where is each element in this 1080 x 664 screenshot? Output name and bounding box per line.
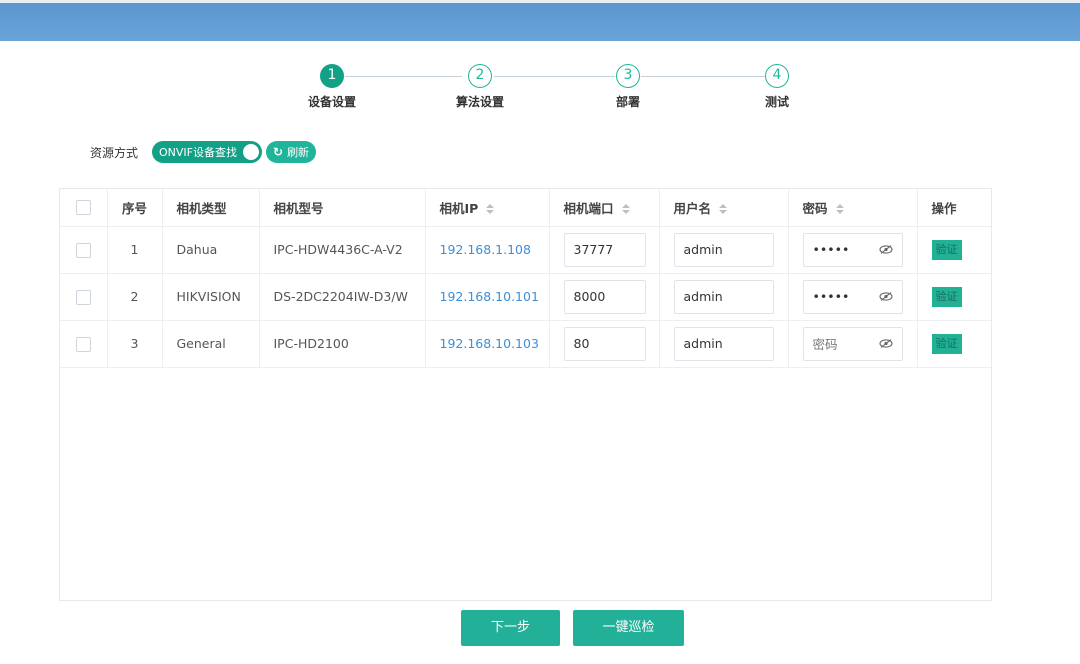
- username-input[interactable]: admin: [673, 326, 774, 361]
- sort-icon[interactable]: [486, 204, 495, 215]
- sort-icon[interactable]: [835, 204, 844, 215]
- row-camera-model: DS-2DC2204IW-D3/W: [259, 273, 426, 321]
- password-input[interactable]: •••••: [802, 279, 903, 314]
- step-1[interactable]: 1 设备设置: [282, 64, 382, 110]
- step-label: 设备设置: [307, 95, 356, 109]
- top-header-bar: [0, 0, 1080, 41]
- header-password[interactable]: 密码: [788, 189, 918, 227]
- password-value: •••••: [812, 242, 850, 257]
- header-camera-port-label: 相机端口: [563, 200, 614, 216]
- step-label: 部署: [615, 95, 640, 109]
- row-camera-ip[interactable]: 192.168.10.101: [425, 273, 550, 321]
- row-camera-ip[interactable]: 192.168.10.103: [425, 320, 550, 368]
- header-username[interactable]: 用户名: [659, 189, 789, 227]
- camera-table: 序号 相机类型 相机型号 相机IP 相机端口 用户名 密码 操作 1 Dahua…: [59, 188, 992, 601]
- select-all-checkbox[interactable]: [75, 200, 91, 216]
- step-number: 3: [616, 64, 640, 88]
- row-camera-type: General: [162, 320, 260, 368]
- header-password-label: 密码: [802, 200, 828, 216]
- row-index: 1: [107, 226, 163, 274]
- refresh-label: 刷新: [287, 146, 310, 159]
- eye-hidden-icon[interactable]: [878, 339, 893, 348]
- sort-icon[interactable]: [621, 204, 630, 215]
- step-label: 测试: [764, 95, 789, 109]
- username-input[interactable]: admin: [673, 232, 774, 267]
- one-click-patrol-button[interactable]: 一键巡检: [573, 610, 684, 646]
- eye-hidden-icon[interactable]: [878, 292, 893, 301]
- header-camera-ip-label: 相机IP: [439, 200, 479, 216]
- verify-button[interactable]: 验证: [931, 286, 962, 307]
- header-camera-model: 相机型号: [259, 189, 426, 227]
- table-row: 3 General IPC-HD2100 192.168.10.103 80 a…: [60, 320, 991, 368]
- eye-hidden-icon[interactable]: [878, 245, 893, 254]
- password-value: •••••: [812, 289, 850, 304]
- row-camera-model: IPC-HDW4436C-A-V2: [259, 226, 426, 274]
- onvif-toggle-label: ONVIF设备查找: [159, 146, 237, 159]
- header-camera-ip[interactable]: 相机IP: [425, 189, 550, 227]
- verify-button[interactable]: 验证: [931, 333, 962, 354]
- row-index: 3: [107, 320, 163, 368]
- row-camera-type: HIKVISION: [162, 273, 260, 321]
- row-camera-ip[interactable]: 192.168.1.108: [425, 226, 550, 274]
- header-camera-port[interactable]: 相机端口: [549, 189, 660, 227]
- table-row: 1 Dahua IPC-HDW4436C-A-V2 192.168.1.108 …: [60, 226, 991, 274]
- table-header-row: 序号 相机类型 相机型号 相机IP 相机端口 用户名 密码 操作: [60, 189, 991, 227]
- step-number: 2: [468, 64, 492, 88]
- username-input[interactable]: admin: [673, 279, 774, 314]
- header-camera-type: 相机类型: [162, 189, 260, 227]
- row-index: 2: [107, 273, 163, 321]
- toggle-knob: [243, 144, 259, 160]
- onvif-toggle[interactable]: ONVIF设备查找: [152, 141, 262, 163]
- password-placeholder: 密码: [812, 337, 838, 352]
- password-input[interactable]: 密码: [802, 326, 903, 361]
- row-camera-type: Dahua: [162, 226, 260, 274]
- step-2[interactable]: 2 算法设置: [430, 64, 530, 110]
- sort-icon[interactable]: [719, 204, 728, 215]
- header-index: 序号: [107, 189, 163, 227]
- port-input[interactable]: 8000: [563, 279, 646, 314]
- refresh-icon: ↻: [273, 145, 284, 159]
- table-row: 2 HIKVISION DS-2DC2204IW-D3/W 192.168.10…: [60, 273, 991, 321]
- step-3[interactable]: 3 部署: [578, 64, 678, 110]
- step-label: 算法设置: [455, 95, 504, 109]
- source-label: 资源方式: [90, 145, 139, 160]
- step-4[interactable]: 4 测试: [727, 64, 827, 110]
- header-action: 操作: [917, 189, 991, 227]
- step-number: 1: [320, 64, 344, 88]
- header-username-label: 用户名: [673, 200, 712, 216]
- row-checkbox[interactable]: [75, 289, 91, 305]
- step-progress: 1 设备设置 2 算法设置 3 部署 4 测试: [0, 64, 1080, 114]
- row-camera-model: IPC-HD2100: [259, 320, 426, 368]
- verify-button[interactable]: 验证: [931, 239, 962, 260]
- port-input[interactable]: 80: [563, 326, 646, 361]
- next-step-button[interactable]: 下一步: [461, 610, 560, 646]
- password-input[interactable]: •••••: [802, 232, 903, 267]
- step-number: 4: [765, 64, 789, 88]
- row-checkbox[interactable]: [75, 336, 91, 352]
- refresh-button[interactable]: ↻ 刷新: [266, 141, 317, 163]
- port-input[interactable]: 37777: [563, 232, 646, 267]
- row-checkbox[interactable]: [75, 242, 91, 258]
- source-row: 资源方式 ONVIF设备查找 ↻ 刷新: [90, 140, 317, 164]
